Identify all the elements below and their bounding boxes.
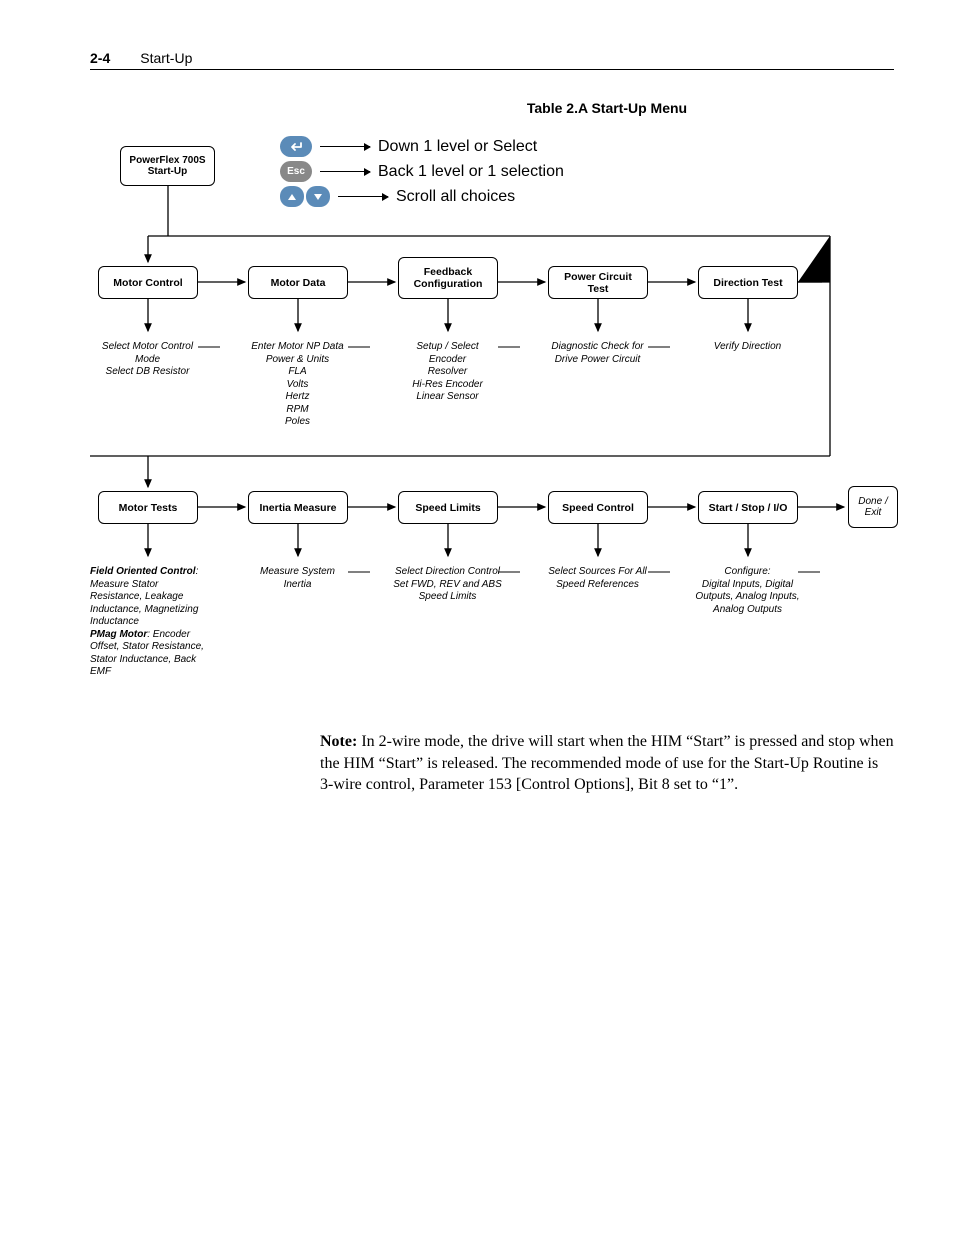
table-title: Table 2.A Start-Up Menu: [90, 100, 894, 116]
desc-motor-data: Enter Motor NP Data Power & Units FLA Vo…: [245, 341, 350, 429]
page-title: Start-Up: [140, 50, 192, 66]
node-inertia-measure: Inertia Measure: [248, 491, 348, 524]
legend-esc-text: Back 1 level or 1 selection: [378, 163, 564, 181]
desc-start-stop-io: Configure: Digital Inputs, Digital Outpu…: [685, 566, 810, 616]
desc-feedback: Setup / Select Encoder Resolver Hi-Res E…: [395, 341, 500, 404]
node-start: PowerFlex 700S Start-Up: [120, 146, 215, 186]
node-speed-control: Speed Control: [548, 491, 648, 524]
enter-key-icon: [280, 136, 312, 157]
legend-enter-text: Down 1 level or Select: [378, 138, 537, 156]
desc-speed-limits: Select Direction Control Set FWD, REV an…: [385, 566, 510, 604]
node-start-stop-io: Start / Stop / I/O: [698, 491, 798, 524]
legend-scroll-text: Scroll all choices: [396, 188, 515, 206]
flowchart-connectors: [90, 136, 894, 716]
node-motor-data: Motor Data: [248, 266, 348, 299]
arrow-icon: [320, 146, 370, 147]
note-text: In 2-wire mode, the drive will start whe…: [320, 733, 894, 793]
up-key-icon: [280, 186, 304, 207]
note-label: Note:: [320, 733, 357, 750]
down-key-icon: [306, 186, 330, 207]
desc-direction: Verify Direction: [695, 341, 800, 354]
node-motor-tests: Motor Tests: [98, 491, 198, 524]
node-motor-control: Motor Control: [98, 266, 198, 299]
desc-inertia: Measure System Inertia: [245, 566, 350, 591]
startup-diagram: Down 1 level or Select Esc Back 1 level …: [90, 136, 894, 716]
node-done-exit: Done / Exit: [848, 486, 898, 528]
desc-speed-control: Select Sources For All Speed References: [540, 566, 655, 591]
node-power-circuit-test: Power Circuit Test: [548, 266, 648, 299]
desc-power-circuit: Diagnostic Check for Drive Power Circuit: [545, 341, 650, 366]
node-speed-limits: Speed Limits: [398, 491, 498, 524]
node-direction-test: Direction Test: [698, 266, 798, 299]
key-legend: Down 1 level or Select Esc Back 1 level …: [280, 136, 564, 211]
arrow-icon: [338, 196, 388, 197]
page-number: 2-4: [90, 50, 110, 66]
node-feedback-config: Feedback Configuration: [398, 257, 498, 299]
note-block: Note: In 2-wire mode, the drive will sta…: [320, 731, 894, 796]
page-header: 2-4 Start-Up: [90, 50, 894, 70]
desc-motor-control: Select Motor Control Mode Select DB Resi…: [90, 341, 205, 379]
arrow-icon: [320, 171, 370, 172]
esc-key-icon: Esc: [280, 161, 312, 182]
desc-motor-tests: Field Oriented Control: Measure Stator R…: [90, 566, 208, 679]
